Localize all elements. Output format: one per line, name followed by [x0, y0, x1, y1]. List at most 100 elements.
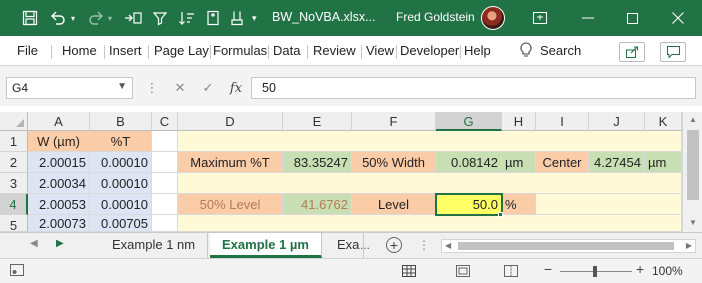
column-header-f[interactable]: F: [352, 112, 436, 131]
cell-i2[interactable]: Center: [536, 152, 589, 173]
hscroll-thumb[interactable]: [458, 242, 674, 250]
cell-h2[interactable]: µm: [502, 152, 536, 173]
insert-icon[interactable]: [205, 9, 221, 27]
menu-help[interactable]: Help: [464, 43, 491, 58]
cell-i4-k4[interactable]: [536, 194, 682, 215]
redo-dropdown-icon[interactable]: ▾: [108, 9, 112, 27]
column-header-i[interactable]: I: [536, 112, 589, 131]
sort-icon[interactable]: [178, 9, 196, 27]
share-button[interactable]: [619, 42, 645, 62]
menu-review[interactable]: Review: [313, 43, 356, 58]
cell-e4[interactable]: 41.6762: [283, 194, 352, 215]
column-header-k[interactable]: K: [645, 112, 682, 131]
column-header-d[interactable]: D: [178, 112, 283, 131]
tab-scroll-right-icon[interactable]: ▶: [56, 238, 64, 249]
worksheet-grid[interactable]: A B C D E F G H I J K 1 2 3 4 5 W (µm) %…: [0, 112, 682, 233]
menu-home[interactable]: Home: [62, 43, 97, 58]
undo-dropdown-icon[interactable]: ▾: [71, 9, 75, 27]
fill-handle[interactable]: [498, 212, 503, 217]
cell-c2[interactable]: [152, 152, 178, 173]
cell-b1[interactable]: %T: [90, 131, 152, 152]
redo-icon[interactable]: [88, 9, 104, 27]
column-header-h[interactable]: H: [502, 112, 536, 131]
column-header-c[interactable]: C: [152, 112, 178, 131]
horizontal-scrollbar[interactable]: ◀ ▶: [441, 239, 696, 253]
cell-g2[interactable]: 0.08142: [436, 152, 502, 173]
tab-example-1-um[interactable]: Example 1 µm: [210, 233, 322, 258]
cell-a2[interactable]: 2.00015: [28, 152, 90, 173]
filter-icon[interactable]: [152, 9, 168, 27]
cell-b4[interactable]: 0.00010: [90, 194, 152, 215]
scroll-right-icon[interactable]: ▶: [686, 241, 692, 250]
normal-view-icon[interactable]: [400, 264, 418, 278]
cell-g4-selected[interactable]: 50.0: [435, 193, 503, 216]
tab-example-1-nm[interactable]: Example 1 nm: [100, 233, 209, 258]
page-layout-view-icon[interactable]: [454, 264, 472, 278]
scroll-thumb[interactable]: [687, 130, 699, 200]
macro-icon[interactable]: [124, 9, 142, 27]
zoom-slider-knob[interactable]: [593, 266, 597, 277]
tab-example-partial[interactable]: Exa: [325, 233, 365, 258]
user-name[interactable]: Fred Goldstein: [396, 10, 475, 24]
cell-d4[interactable]: 50% Level: [178, 194, 283, 215]
cell-d3-k3[interactable]: [178, 173, 682, 194]
insert-function-button[interactable]: fx: [222, 81, 250, 96]
chevron-down-icon[interactable]: ▼: [117, 81, 127, 92]
select-all-button[interactable]: [0, 112, 28, 131]
row-header-5[interactable]: 5: [0, 215, 28, 233]
cell-f4[interactable]: Level: [352, 194, 436, 215]
column-header-g[interactable]: G: [436, 112, 502, 131]
scroll-up-icon[interactable]: ▲: [689, 115, 697, 124]
row-header-1[interactable]: 1: [0, 131, 28, 152]
cell-a4[interactable]: 2.00053: [28, 194, 90, 215]
menu-formulas[interactable]: Formulas: [213, 43, 267, 58]
row-header-3[interactable]: 3: [0, 173, 28, 194]
menu-view[interactable]: View: [366, 43, 394, 58]
menu-file[interactable]: File: [17, 43, 38, 58]
tab-split-icon[interactable]: ⋮: [418, 238, 430, 252]
menu-data[interactable]: Data: [273, 43, 300, 58]
cell-c1[interactable]: [152, 131, 178, 152]
vertical-scrollbar[interactable]: ▲ ▼: [682, 112, 702, 232]
comments-button[interactable]: [660, 42, 686, 62]
zoom-out-icon[interactable]: −: [544, 261, 552, 277]
menu-developer[interactable]: Developer: [400, 43, 459, 58]
tab-scroll-left-icon[interactable]: ◀: [30, 238, 38, 249]
cell-b5[interactable]: 0.00705: [90, 215, 152, 232]
add-sheet-button[interactable]: +: [386, 237, 402, 253]
cell-c4[interactable]: [152, 194, 178, 215]
cell-h4[interactable]: %: [502, 194, 536, 215]
column-header-a[interactable]: A: [28, 112, 90, 131]
enter-icon[interactable]: ✓: [194, 80, 222, 96]
menu-insert[interactable]: Insert: [109, 43, 142, 58]
column-header-e[interactable]: E: [283, 112, 352, 131]
touch-mode-icon[interactable]: [229, 9, 245, 27]
undo-icon[interactable]: [50, 9, 66, 27]
macro-record-icon[interactable]: [10, 264, 24, 279]
cell-e2[interactable]: 83.35247: [283, 152, 352, 173]
cell-c5[interactable]: [152, 215, 178, 232]
cell-b2[interactable]: 0.00010: [90, 152, 152, 173]
cell-b3[interactable]: 0.00010: [90, 173, 152, 194]
ribbon-display-icon[interactable]: [530, 8, 550, 28]
more-tabs-icon[interactable]: ...: [360, 238, 370, 252]
cell-d5-k5[interactable]: [178, 215, 682, 232]
cell-c3[interactable]: [152, 173, 178, 194]
row-header-2[interactable]: 2: [0, 152, 28, 173]
zoom-level[interactable]: 100%: [652, 264, 683, 278]
customize-qat-icon[interactable]: ▾: [252, 9, 257, 27]
cell-a5[interactable]: 2.00073: [28, 215, 90, 232]
search-box[interactable]: Search: [520, 42, 581, 58]
page-break-view-icon[interactable]: [502, 264, 520, 278]
maximize-icon[interactable]: [622, 8, 642, 28]
cell-a3[interactable]: 2.00034: [28, 173, 90, 194]
name-box[interactable]: G4 ▼: [6, 77, 133, 99]
menu-page-layout[interactable]: Page Lay: [154, 43, 209, 58]
scroll-left-icon[interactable]: ◀: [445, 241, 451, 250]
formula-input[interactable]: 50: [251, 77, 696, 99]
cell-a1[interactable]: W (µm): [28, 131, 90, 152]
save-icon[interactable]: [22, 9, 38, 27]
cell-d2[interactable]: Maximum %T: [178, 152, 283, 173]
row-header-4[interactable]: 4: [0, 194, 28, 215]
scroll-down-icon[interactable]: ▼: [689, 218, 697, 227]
